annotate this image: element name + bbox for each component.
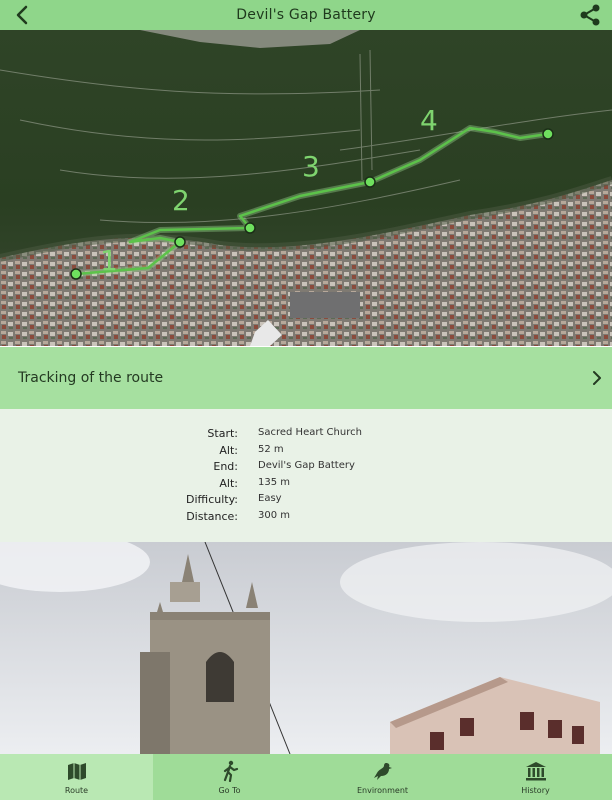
alt-start-value: 52 m [258,444,284,455]
map-icon [67,763,86,780]
difficulty-value: Easy [258,493,282,504]
top-bar: Devil's Gap Battery [0,0,612,30]
tab-route-label: Route [64,786,89,795]
bottom-tab-bar: Route Go To Environment History [0,754,612,800]
museum-icon [525,762,546,781]
tab-go-to[interactable]: Go To [153,754,306,800]
waypoint-label-4: 4 [420,104,438,137]
info-row-alt-end: Alt: 135 m [0,477,612,493]
waypoint-end [542,128,554,140]
waypoint-marker [244,222,256,234]
alt-end-label: Alt: [219,477,238,490]
tab-route[interactable]: Route [0,754,153,800]
waypoint-marker [364,176,376,188]
tab-history[interactable]: History [459,754,612,800]
tab-go-to-label: Go To [218,786,241,795]
walking-icon [223,760,238,782]
info-row-end: End: Devil's Gap Battery [0,460,612,476]
distance-value: 300 m [258,510,291,521]
aerial-map-image: 1 2 3 4 [0,30,612,346]
waypoint-start [70,268,82,280]
waypoint-marker [174,236,186,248]
bird-icon [373,763,392,780]
alt-end-value: 135 m [258,477,291,488]
alt-start-label: Alt: [219,444,238,457]
end-label: End: [213,460,238,473]
start-point-photo [0,542,612,754]
info-row-distance: Distance: 300 m [0,510,612,526]
page-title: Devil's Gap Battery [236,7,376,23]
start-value: Sacred Heart Church [258,427,362,438]
start-label: Start: [207,427,238,440]
chevron-left-icon[interactable] [12,4,34,26]
end-value: Devil's Gap Battery [258,460,355,471]
distance-label: Distance: [186,510,238,523]
chevron-right-icon [593,371,601,385]
waypoint-label-3: 3 [302,150,320,183]
church-photo-image [0,542,612,754]
info-row-start: Start: Sacred Heart Church [0,427,612,443]
info-row-difficulty: Difficulty: Easy [0,493,612,509]
tracking-route-row[interactable]: Tracking of the route [0,347,612,409]
waypoint-label-2: 2 [172,184,190,217]
tab-history-label: History [521,786,550,795]
tab-environment[interactable]: Environment [306,754,459,800]
difficulty-label: Difficulty: [186,493,238,506]
route-info-panel: Start: Sacred Heart Church Alt: 52 m End… [0,409,612,542]
tab-environment-label: Environment [356,786,409,795]
route-map[interactable]: 1 2 3 4 [0,30,612,346]
share-icon[interactable] [578,3,602,27]
waypoint-label-1: 1 [100,244,118,277]
tracking-route-label: Tracking of the route [18,370,164,386]
info-row-alt-start: Alt: 52 m [0,444,612,460]
